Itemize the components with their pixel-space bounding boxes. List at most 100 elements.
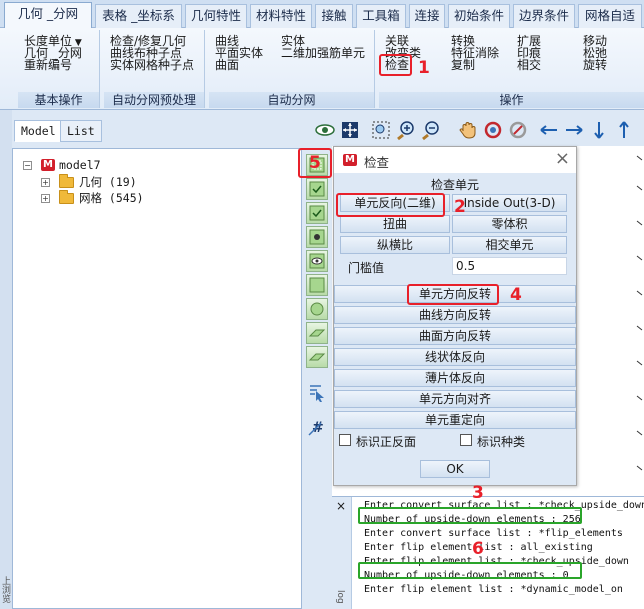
group-title-operations: 操作 [379,92,644,108]
model-tree: − M model7 + 几何 (19) + 网格 (545) [12,148,302,609]
flip-wire-body-button[interactable]: 线状体反向 [334,348,576,366]
view-left-arrow-icon[interactable] [537,118,559,140]
element-view-icon[interactable] [306,226,328,248]
surface-mesh-button[interactable]: 曲面 [215,59,239,71]
intersect-elements-button[interactable]: 相交单元 [452,236,567,254]
app-logo-icon: M [343,154,357,166]
element-check-icon[interactable] [306,178,328,200]
zoom-box-icon[interactable] [369,118,391,140]
annotation-box-6 [358,562,582,579]
ok-button[interactable]: OK [420,460,490,478]
console-close-icon[interactable]: × [336,499,346,513]
expand-icon[interactable]: + [41,178,50,187]
annotation-box-1 [379,54,412,76]
console-side-bar: × log [332,497,352,609]
tab-list[interactable]: List [60,120,102,142]
view-right-arrow-icon[interactable] [562,118,584,140]
rotate-axis-icon[interactable] [506,118,528,140]
annotation-number-5: 5 [309,153,321,173]
tab-toolbox[interactable]: 工具箱 [356,4,406,28]
dialog-titlebar[interactable]: M 检查 × [334,147,576,173]
renumber-hash-icon[interactable]: # [306,416,328,438]
flip-curve-direction-button[interactable]: 曲线方向反转 [334,306,576,324]
annotation-number-2: 2 [454,197,466,217]
intersect-button[interactable]: 相交 [517,59,541,71]
tab-geometry-mesh[interactable]: 几何 _分网 [4,2,92,29]
mark-type-checkbox[interactable] [460,434,472,446]
tab-adaptive-mesh[interactable]: 网格自适 [578,4,642,28]
tab-geometric-props[interactable]: 几何特性 [185,4,247,28]
fit-view-icon[interactable] [338,118,360,140]
group-title-basic: 基本操作 [18,92,99,108]
console-line: Enter convert surface list : *flip_eleme… [364,528,623,539]
threshold-label: 门槛值 [348,261,385,275]
dialog-title: 检查 [364,155,390,170]
ribbon-tab-bar: 几何 _分网 表格 _坐标系 几何特性 材料特性 接触 工具箱 连接 初始条件 … [0,0,644,29]
threshold-input[interactable]: 0.5 [452,257,567,275]
mesh-tools-toolbar: # [302,146,332,446]
tab-links[interactable]: 连接 [409,4,445,28]
duplicate-button[interactable]: 复制 [451,59,475,71]
distortion-button[interactable]: 扭曲 [340,215,450,233]
folder-icon [59,174,74,188]
tab-model[interactable]: Model [14,120,63,142]
section-title-check-elements: 检查单元 [430,178,479,192]
tab-material-props[interactable]: 材料特性 [250,4,312,28]
element-check-2-icon[interactable] [306,202,328,224]
renumber-button[interactable]: 重新编号 [24,59,72,71]
mark-front-back-checkbox[interactable] [339,434,351,446]
rotate-view-icon[interactable] [481,118,503,140]
annotation-box-2 [336,193,445,217]
annotation-box-3 [358,507,582,524]
collapse-icon[interactable]: − [23,161,32,170]
surface-flip-icon[interactable] [306,322,328,344]
element-eye-icon[interactable] [306,250,328,272]
group-auto-mesh-pre: 检查/修复几何 曲线布种子点 实体网格种子点 自动分网预处理 [104,30,205,108]
element-shape-icon[interactable] [306,298,328,320]
console-side-caption: log [335,590,345,604]
flip-surface-direction-button[interactable]: 曲面方向反转 [334,327,576,345]
tree-node-geometry[interactable]: 几何 (19) [79,174,137,190]
annotation-box-4 [407,284,499,305]
tab-table-coord[interactable]: 表格 _坐标系 [95,4,182,28]
tab-initial-conditions[interactable]: 初始条件 [448,4,510,28]
aspect-ratio-button[interactable]: 纵横比 [340,236,450,254]
group-basic-ops: 长度单位 ▼ 几何 _分网 重新编号 基本操作 [18,30,100,108]
pan-hand-icon[interactable] [456,118,478,140]
zero-volume-button[interactable]: 零体积 [452,215,567,233]
inside-out-3d-button[interactable]: Inside Out(3-D) [452,194,567,212]
dialog-body: 检查单元 单元反向(二维) Inside Out(3-D) 扭曲 零体积 纵横比… [334,173,576,485]
group-title-auto-mesh: 自动分网 [209,92,374,108]
tree-root-model7[interactable]: model7 [59,157,101,173]
group-auto-mesh: 曲线 平面实体 曲面 实体 二维加强筋单元 自动分网 [209,30,375,108]
view-toolbar [305,116,644,144]
svg-text:#: # [312,420,324,436]
view-up-arrow-icon[interactable] [612,118,634,140]
rotate-button[interactable]: 旋转 [583,59,607,71]
folder-icon [59,190,74,204]
expand-icon[interactable]: + [41,194,50,203]
2d-rebar-button[interactable]: 二维加强筋单元 [281,47,365,59]
ribbon: 长度单位 ▼ 几何 _分网 重新编号 基本操作 检查/修复几何 曲线布种子点 实… [0,28,644,110]
select-cursor-icon[interactable] [306,382,328,404]
align-element-direction-button[interactable]: 单元方向对齐 [334,390,576,408]
close-icon[interactable]: × [555,148,570,170]
browser-side-bar: 上浏览 [0,110,12,609]
tree-node-mesh[interactable]: 网格 (545) [79,190,144,206]
tab-boundary-conditions[interactable]: 边界条件 [513,4,575,28]
group-title-auto-pre: 自动分网预处理 [104,92,204,108]
zoom-in-icon[interactable] [394,118,416,141]
flip-sheet-body-button[interactable]: 薄片体反向 [334,369,576,387]
view-down-arrow-icon[interactable] [587,118,609,140]
solid-seed-button[interactable]: 实体网格种子点 [110,59,194,71]
browser-side-caption: 上浏览 [0,576,10,603]
annotation-number-4: 4 [510,285,522,305]
reorient-elements-button[interactable]: 单元重定向 [334,411,576,429]
zoom-out-icon[interactable] [419,118,441,141]
annotation-number-3: 3 [472,483,484,503]
view-eye-icon[interactable] [313,118,335,140]
element-grid-icon[interactable] [306,274,328,296]
tab-contact[interactable]: 接触 [315,4,353,28]
sheet-flip-icon[interactable] [306,346,328,368]
mark-front-back-label: 标识正反面 [356,435,417,449]
